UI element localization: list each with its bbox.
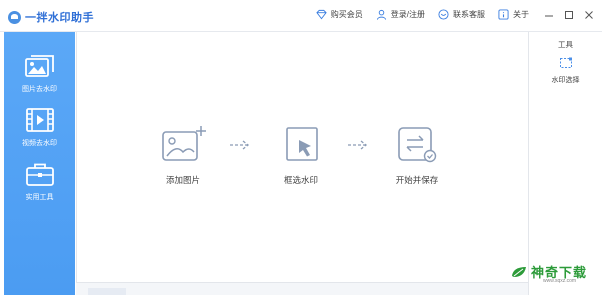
thumbnail-placeholder [88, 288, 126, 295]
tool-watermark-select[interactable]: 水印选择 [529, 57, 602, 85]
sidebar-item-label: 图片去水印 [22, 86, 57, 93]
sidebar-item-tools[interactable]: 实用工具 [4, 160, 75, 202]
video-icon [25, 108, 54, 132]
toolbox-icon [25, 163, 54, 186]
user-icon [376, 9, 386, 20]
sidebar-item-image-watermark[interactable]: 图片去水印 [4, 52, 75, 94]
tools-panel-title: 工具 [558, 40, 573, 49]
site-watermark: 神奇下载 www.sqxz.com [510, 262, 587, 284]
bottom-thumbnail-strip [76, 282, 528, 295]
step-label: 框选水印 [283, 175, 318, 185]
dashed-select-icon [559, 57, 572, 68]
buy-membership-label: 购买会员 [330, 10, 363, 19]
diamond-icon [316, 9, 327, 20]
leaf-logo-icon [512, 266, 526, 277]
arrow-right-icon [230, 140, 250, 150]
window-controls [544, 10, 594, 20]
tools-panel: 工具 水印选择 [528, 32, 602, 295]
login-register-button[interactable]: 登录/注册 [376, 9, 425, 20]
sidebar-item-label: 实用工具 [25, 194, 54, 201]
contact-support-button[interactable]: 联系客服 [438, 9, 485, 20]
maximize-icon[interactable] [564, 10, 574, 20]
contact-support-label: 联系客服 [453, 10, 485, 19]
step-label: 开始并保存 [395, 175, 439, 185]
app-title: 一拌水印助手 [25, 12, 94, 24]
select-cursor-icon [286, 127, 318, 161]
chat-icon [438, 9, 449, 20]
login-register-label: 登录/注册 [390, 10, 425, 19]
top-actions: 购买会员 登录/注册 联系客服 关于 [316, 9, 594, 20]
sidebar-item-video-watermark[interactable]: 视频去水印 [4, 106, 75, 148]
tool-label: 水印选择 [551, 77, 580, 84]
step-label: 添加图片 [165, 175, 200, 185]
main-workspace: 添加图片 框选水印 开始并保存 [76, 32, 528, 282]
app-logo: 一拌水印助手 [8, 9, 94, 25]
image-stack-icon [24, 55, 54, 77]
about-button[interactable]: 关于 [498, 9, 529, 20]
step-select-watermark[interactable]: 框选水印 [275, 124, 327, 186]
step-start-save[interactable]: 开始并保存 [389, 124, 445, 186]
sidebar-item-label: 视频去水印 [22, 140, 57, 147]
convert-save-icon [398, 127, 437, 163]
add-image-icon [162, 126, 206, 161]
logo-icon [8, 10, 21, 24]
title-bar: 一拌水印助手 购买会员 登录/注册 联系客服 关于 [0, 0, 602, 32]
buy-membership-button[interactable]: 购买会员 [316, 9, 363, 20]
minimize-icon[interactable] [544, 10, 554, 20]
about-label: 关于 [513, 10, 529, 19]
step-add-image[interactable]: 添加图片 [157, 124, 209, 186]
arrow-right-icon [348, 140, 368, 150]
info-icon [498, 9, 509, 20]
close-icon[interactable] [584, 10, 594, 20]
sidebar: 图片去水印 视频去水印 实用工具 [4, 32, 75, 295]
watermark-url: www.sqxz.com [543, 278, 577, 284]
